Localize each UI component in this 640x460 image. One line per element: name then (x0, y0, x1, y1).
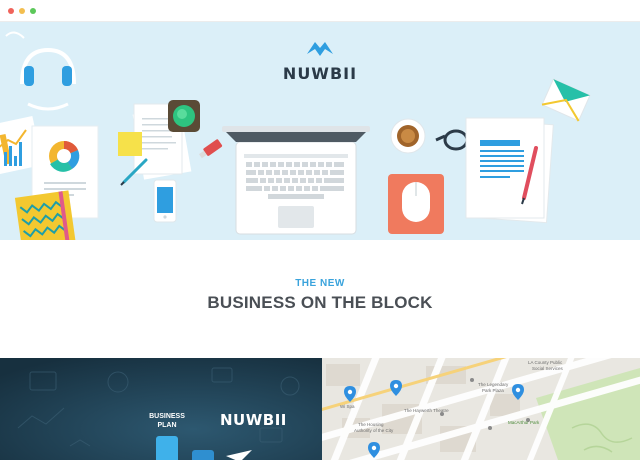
minimize-window-button[interactable] (19, 8, 25, 14)
notebook (14, 190, 77, 240)
green-mug (168, 100, 200, 132)
brand-header: NUWBII (0, 40, 640, 84)
envelope-icon (541, 78, 591, 122)
sticky-note (118, 132, 142, 156)
business-plan-label-line2: PLAN (157, 422, 177, 429)
map-label-park-plaza: Park Plaza (482, 388, 504, 393)
map-label-social: Social Services (532, 366, 563, 371)
phone-icon (153, 179, 177, 223)
brand-name: NUWBII (282, 64, 358, 83)
hero-banner: NUWBII (0, 22, 640, 240)
window-titlebar (0, 0, 640, 22)
map-label-haywerth: The Haywerth Theatre (404, 408, 449, 413)
growth-bar (156, 436, 178, 460)
business-plan-label: BUSINESS PLAN (138, 412, 196, 430)
growth-bar (192, 450, 214, 460)
tagline-section: THE NEW BUSINESS ON THE BLOCK (0, 240, 640, 358)
report-document (465, 117, 554, 224)
business-plan-brand: NUWBII (220, 411, 287, 429)
tagline-eyebrow: THE NEW (295, 278, 345, 289)
mouse-pad (388, 174, 444, 234)
coffee-cup-icon (390, 118, 426, 154)
map-label-macarthur: MacArthur Park (508, 420, 540, 425)
business-plan-tile[interactable]: BUSINESS PLAN NUWBII (0, 358, 322, 460)
map-label-legendary: The Legendary (478, 382, 509, 387)
maximize-window-button[interactable] (30, 8, 36, 14)
map-tile[interactable]: LA County Public Social Services The Leg… (322, 358, 640, 460)
map-label-housing-1: The Housing (358, 422, 384, 427)
business-plan-illustration (0, 358, 322, 460)
laptop-illustration (222, 126, 370, 235)
tagline-headline: BUSINESS ON THE BLOCK (207, 293, 433, 312)
map-label-la-county: LA County Public (528, 360, 563, 365)
nuwbii-logo-icon (307, 42, 333, 56)
street-map (322, 358, 640, 460)
close-window-button[interactable] (8, 8, 14, 14)
usb-stick-icon (198, 139, 223, 159)
map-label-housing-2: Authority of the City (354, 428, 394, 433)
map-label-wi-spa: Wi Spa (340, 404, 355, 409)
business-plan-label-line1: BUSINESS (149, 413, 185, 420)
